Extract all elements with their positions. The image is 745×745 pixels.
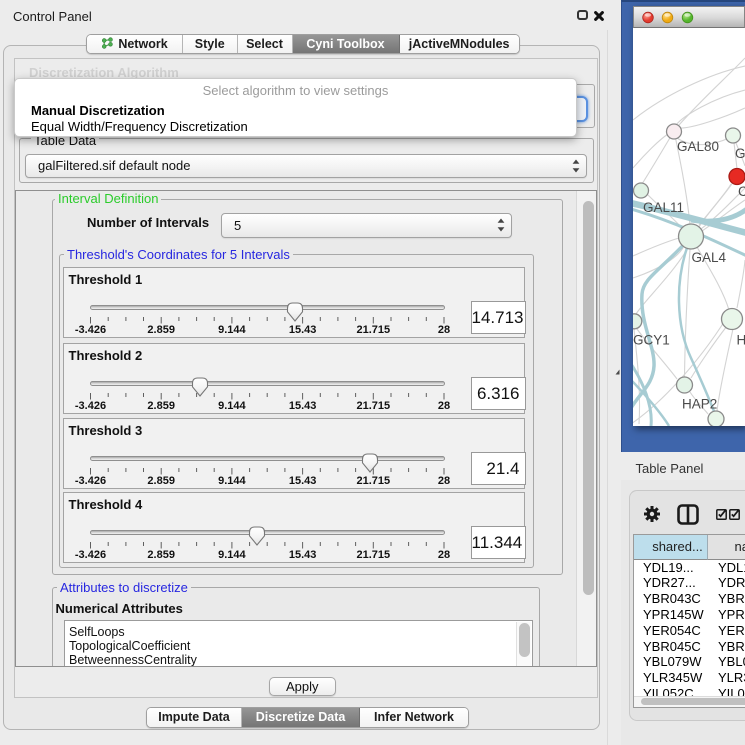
svg-text:GCY1: GCY1 <box>633 332 670 347</box>
svg-text:C: C <box>738 184 745 199</box>
svg-text:GAL11: GAL11 <box>643 200 684 215</box>
svg-text:GAL80: GAL80 <box>677 139 719 154</box>
svg-text:HAP2: HAP2 <box>682 396 717 411</box>
svg-text:H: H <box>737 332 745 347</box>
svg-text:GA: GA <box>735 146 745 161</box>
svg-text:GAL4: GAL4 <box>692 250 727 265</box>
